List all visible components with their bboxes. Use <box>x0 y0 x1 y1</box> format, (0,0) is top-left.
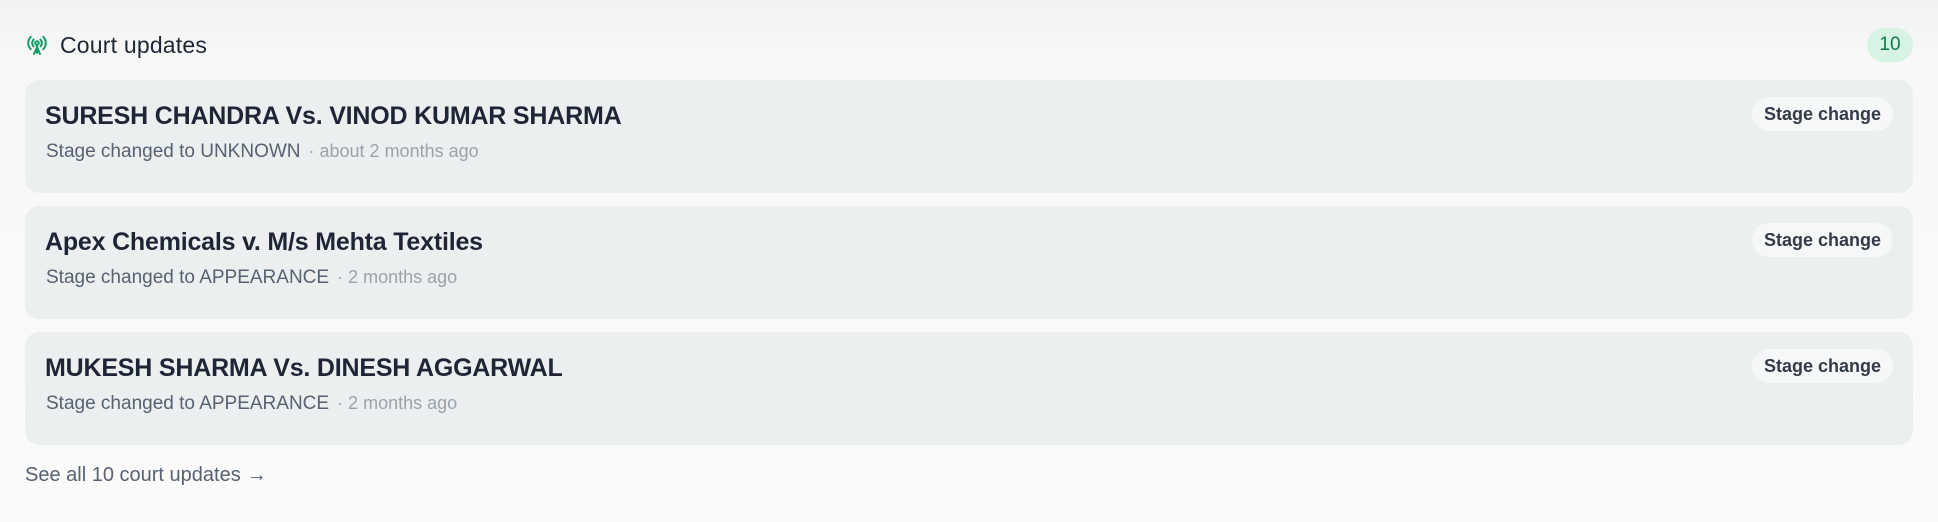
update-time: · 2 months ago <box>337 393 458 413</box>
court-update-list: SURESH CHANDRA Vs. VINOD KUMAR SHARMA St… <box>25 80 1913 458</box>
stage-change-badge: Stage change <box>1751 97 1893 131</box>
see-all-updates-link[interactable]: See all 10 court updates → <box>25 464 267 487</box>
stage-change-badge: Stage change <box>1751 349 1893 383</box>
page-title: Court updates <box>60 31 208 58</box>
stage-change-badge: Stage change <box>1751 223 1893 257</box>
stage-change-text: Stage changed to APPEARANCE <box>46 267 330 288</box>
court-update-card[interactable]: Apex Chemicals v. M/s Mehta Textiles Sta… <box>25 206 1913 319</box>
see-all-label: See all 10 court updates <box>25 464 241 486</box>
panel-header: Court updates 10 <box>25 28 1913 62</box>
stage-change-text: Stage changed to UNKNOWN <box>46 141 301 162</box>
update-time: · about 2 months ago <box>308 141 479 161</box>
broadcast-tower-icon <box>25 33 49 57</box>
court-update-card[interactable]: MUKESH SHARMA Vs. DINESH AGGARWAL Stage … <box>25 332 1913 445</box>
update-time: · 2 months ago <box>337 267 458 287</box>
update-meta: Stage changed to APPEARANCE · 2 months ag… <box>46 267 457 289</box>
case-title[interactable]: Apex Chemicals v. M/s Mehta Textiles <box>45 228 483 257</box>
update-meta: Stage changed to UNKNOWN · about 2 months… <box>46 141 479 163</box>
count-badge: 10 <box>1867 28 1913 62</box>
case-title[interactable]: SURESH CHANDRA Vs. VINOD KUMAR SHARMA <box>45 102 622 131</box>
court-update-card[interactable]: SURESH CHANDRA Vs. VINOD KUMAR SHARMA St… <box>25 80 1913 193</box>
case-title[interactable]: MUKESH SHARMA Vs. DINESH AGGARWAL <box>45 354 563 383</box>
update-meta: Stage changed to APPEARANCE · 2 months ag… <box>46 393 457 415</box>
stage-change-text: Stage changed to APPEARANCE <box>46 393 330 414</box>
arrow-right-icon: → <box>246 464 267 486</box>
court-updates-panel: Court updates 10 SURESH CHANDRA Vs. VINO… <box>0 0 1938 522</box>
